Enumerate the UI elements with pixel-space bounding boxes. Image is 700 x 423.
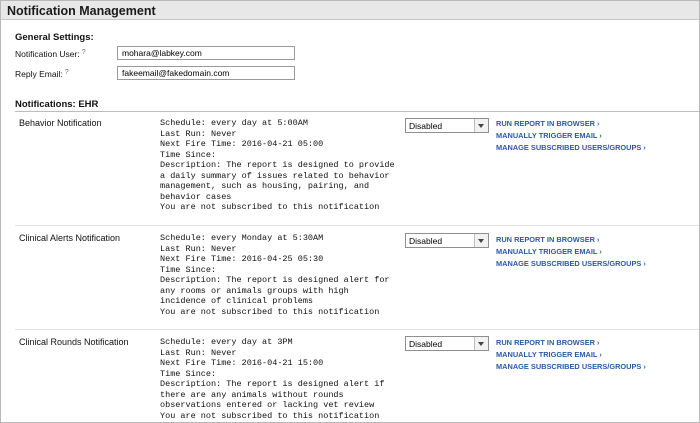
chevron-right-icon: ›	[596, 237, 600, 244]
next-fire-text: Next Fire Time: 2016-04-25 05:30	[160, 254, 324, 264]
status-select[interactable]: Disabled	[405, 233, 489, 248]
description-text: Description: The report is designed to p…	[160, 160, 395, 202]
trigger-email-label: MANUALLY TRIGGER EMAIL	[496, 131, 598, 140]
row-divider	[15, 329, 699, 330]
run-report-label: RUN REPORT IN BROWSER	[496, 338, 595, 347]
trigger-email-link[interactable]: MANUALLY TRIGGER EMAIL ›	[496, 130, 646, 142]
reply-email-label: Reply Email:?	[15, 69, 69, 79]
manage-users-label: MANAGE SUBSCRIBED USERS/GROUPS	[496, 143, 642, 152]
run-report-label: RUN REPORT IN BROWSER	[496, 119, 595, 128]
subscription-text: You are not subscribed to this notificat…	[160, 410, 380, 421]
chevron-right-icon: ›	[599, 133, 602, 140]
next-fire-text: Next Fire Time: 2016-04-21 05:00	[160, 139, 324, 149]
status-select[interactable]: Disabled	[405, 336, 489, 351]
run-report-link[interactable]: RUN REPORT IN BROWSER ›	[496, 118, 646, 130]
trigger-email-label: MANUALLY TRIGGER EMAIL	[496, 350, 598, 359]
notification-user-input[interactable]	[117, 46, 295, 60]
reply-email-label-text: Reply Email:	[15, 69, 63, 79]
chevron-right-icon: ›	[596, 340, 600, 347]
notification-name: Clinical Rounds Notification	[19, 337, 129, 347]
status-select-value: Disabled	[409, 121, 443, 131]
description-text: Description: The report is designed aler…	[160, 275, 390, 306]
chevron-down-icon	[474, 337, 488, 350]
row-divider	[15, 225, 699, 226]
notifications-heading: Notifications: EHR	[15, 99, 99, 110]
subscription-text: You are not subscribed to this notificat…	[160, 202, 380, 212]
time-since-text: Time Since:	[160, 264, 217, 275]
section-divider	[15, 111, 699, 112]
trigger-email-link[interactable]: MANUALLY TRIGGER EMAIL ›	[496, 246, 646, 258]
last-run-text: Last Run: Never	[160, 128, 237, 139]
subscription-text: You are not subscribed to this notificat…	[160, 306, 380, 317]
notification-actions: RUN REPORT IN BROWSER › MANUALLY TRIGGER …	[496, 118, 646, 154]
schedule-text: Schedule: every day at 3PM	[160, 337, 293, 347]
time-since-text: Time Since:	[160, 368, 217, 379]
manage-users-link[interactable]: MANAGE SUBSCRIBED USERS/GROUPS ›	[496, 361, 646, 373]
chevron-down-icon	[474, 119, 488, 132]
notification-name: Clinical Alerts Notification	[19, 233, 121, 243]
chevron-right-icon: ›	[643, 364, 646, 371]
notification-details: Schedule: every Monday at 5:30AM Last Ru…	[160, 233, 396, 317]
notification-user-label-text: Notification User:	[15, 49, 80, 59]
time-since-text: Time Since:	[160, 149, 217, 160]
reply-email-input[interactable]	[117, 66, 295, 80]
notification-details: Schedule: every day at 5:00AM Last Run: …	[160, 118, 396, 213]
manage-users-link[interactable]: MANAGE SUBSCRIBED USERS/GROUPS ›	[496, 258, 646, 270]
description-text: Description: The report is designed aler…	[160, 379, 385, 410]
help-icon[interactable]: ?	[65, 69, 69, 76]
manage-users-label: MANAGE SUBSCRIBED USERS/GROUPS	[496, 362, 642, 371]
notification-actions: RUN REPORT IN BROWSER › MANUALLY TRIGGER …	[496, 234, 646, 270]
notification-actions: RUN REPORT IN BROWSER › MANUALLY TRIGGER …	[496, 337, 646, 373]
schedule-text: Schedule: every day at 5:00AM	[160, 118, 308, 128]
panel-title: Notification Management	[7, 4, 156, 18]
chevron-right-icon: ›	[643, 145, 646, 152]
notification-details: Schedule: every day at 3PM Last Run: Nev…	[160, 337, 396, 421]
chevron-down-icon	[474, 234, 488, 247]
notification-user-label: Notification User:?	[15, 49, 86, 59]
manage-users-link[interactable]: MANAGE SUBSCRIBED USERS/GROUPS ›	[496, 142, 646, 154]
notification-name: Behavior Notification	[19, 118, 102, 128]
last-run-text: Last Run: Never	[160, 347, 237, 358]
chevron-right-icon: ›	[599, 249, 602, 256]
chevron-right-icon: ›	[596, 121, 600, 128]
general-settings-heading: General Settings:	[15, 32, 94, 43]
run-report-label: RUN REPORT IN BROWSER	[496, 235, 595, 244]
status-select[interactable]: Disabled	[405, 118, 489, 133]
help-icon[interactable]: ?	[82, 49, 86, 56]
last-run-text: Last Run: Never	[160, 243, 237, 254]
run-report-link[interactable]: RUN REPORT IN BROWSER ›	[496, 337, 646, 349]
manage-users-label: MANAGE SUBSCRIBED USERS/GROUPS	[496, 259, 642, 268]
run-report-link[interactable]: RUN REPORT IN BROWSER ›	[496, 234, 646, 246]
trigger-email-link[interactable]: MANUALLY TRIGGER EMAIL ›	[496, 349, 646, 361]
status-select-value: Disabled	[409, 339, 443, 349]
trigger-email-label: MANUALLY TRIGGER EMAIL	[496, 247, 598, 256]
next-fire-text: Next Fire Time: 2016-04-21 15:00	[160, 358, 324, 368]
chevron-right-icon: ›	[599, 352, 602, 359]
schedule-text: Schedule: every Monday at 5:30AM	[160, 233, 324, 243]
chevron-right-icon: ›	[643, 261, 646, 268]
status-select-value: Disabled	[409, 236, 443, 246]
notification-management-panel: Notification Management General Settings…	[0, 0, 700, 423]
